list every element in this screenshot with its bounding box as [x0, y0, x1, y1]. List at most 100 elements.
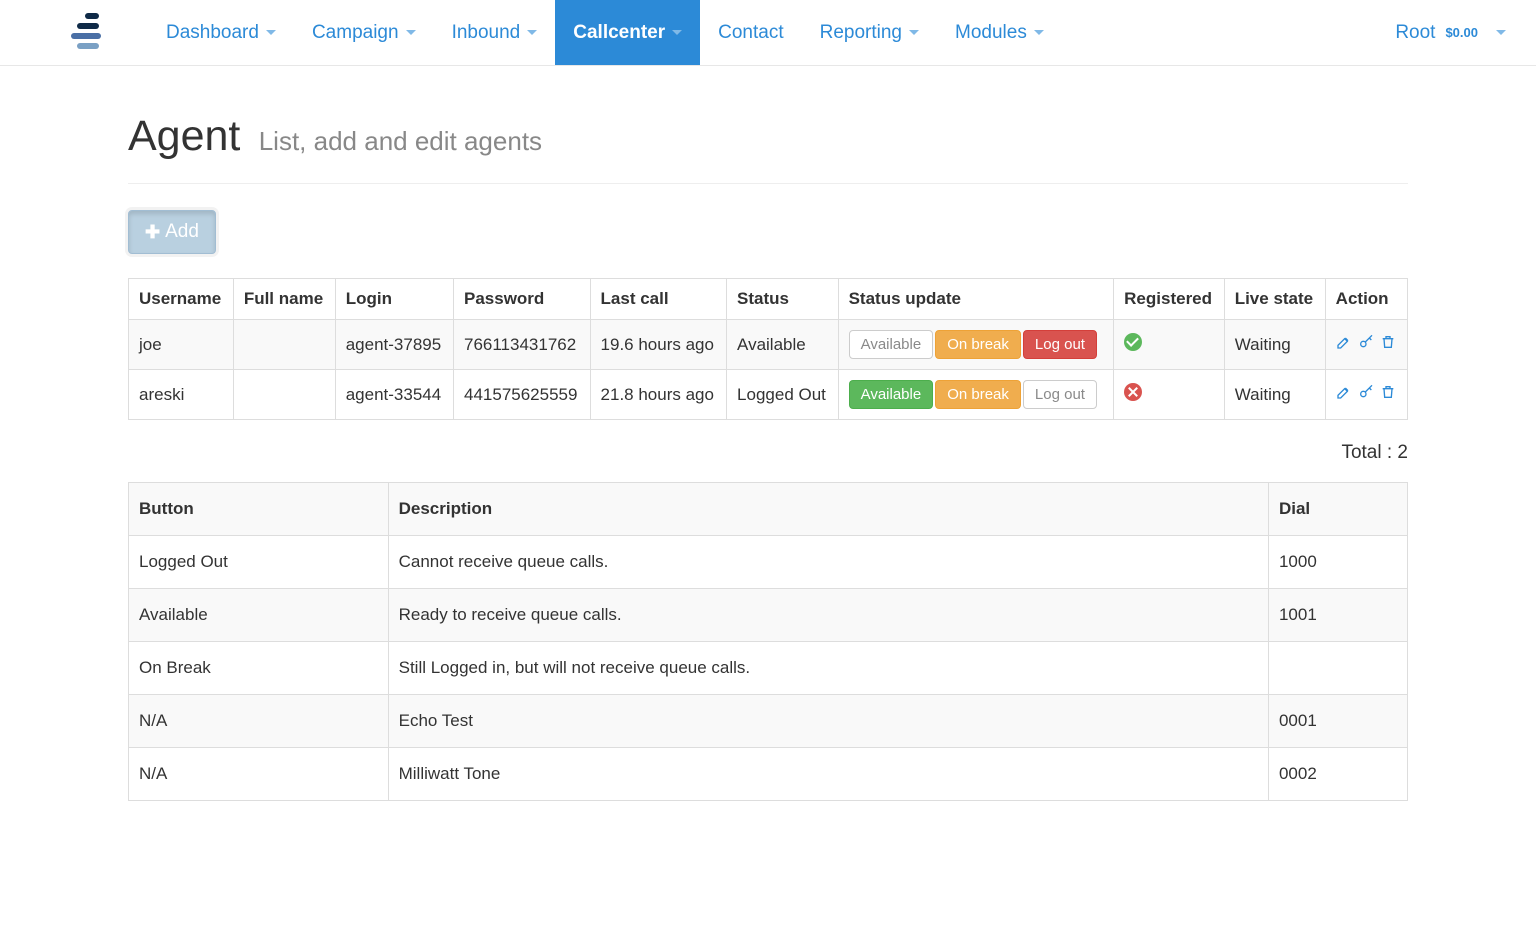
cell-livestate: Waiting: [1224, 320, 1325, 370]
chevron-down-icon: [672, 30, 682, 35]
cell-login: agent-37895: [335, 320, 453, 370]
cell-dial: 0002: [1268, 748, 1407, 801]
cell-button: On Break: [129, 642, 389, 695]
cell-status: Logged Out: [727, 370, 839, 420]
cell-password: 766113431762: [454, 320, 591, 370]
cell-login: agent-33544: [335, 370, 453, 420]
cell-desc: Echo Test: [388, 695, 1268, 748]
page-title: Agent: [128, 112, 240, 160]
cell-livestate: Waiting: [1224, 370, 1325, 420]
table-header: Live state: [1224, 279, 1325, 320]
nav-item-label: Modules: [955, 22, 1027, 44]
nav-item-label: Dashboard: [166, 22, 259, 44]
table-row: Logged OutCannot receive queue calls.100…: [129, 536, 1408, 589]
page-heading: Agent List, add and edit agents: [128, 86, 1408, 161]
trash-icon[interactable]: [1380, 384, 1396, 405]
cell-action: [1325, 370, 1407, 420]
cell-username: joe: [129, 320, 234, 370]
table-header: Login: [335, 279, 453, 320]
table-row: N/AEcho Test0001: [129, 695, 1408, 748]
legend-table: ButtonDescriptionDial Logged OutCannot r…: [128, 482, 1408, 801]
cell-action: [1325, 320, 1407, 370]
cell-status-update: AvailableOn breakLog out: [838, 370, 1114, 420]
table-row: joe agent-3789576611343176219.6 hours ago…: [129, 320, 1408, 370]
cell-status: Available: [727, 320, 839, 370]
nav-item-label: Callcenter: [573, 22, 665, 44]
chevron-down-icon: [909, 30, 919, 35]
x-circle-icon: [1124, 383, 1142, 401]
cell-lastcall: 19.6 hours ago: [590, 320, 727, 370]
table-row: N/AMilliwatt Tone0002: [129, 748, 1408, 801]
cell-desc: Still Logged in, but will not receive qu…: [388, 642, 1268, 695]
user-menu[interactable]: Root $0.00: [1395, 0, 1506, 65]
nav-item-reporting[interactable]: Reporting: [802, 0, 937, 65]
cell-desc: Ready to receive queue calls.: [388, 589, 1268, 642]
agents-table: UsernameFull nameLoginPasswordLast call S…: [128, 278, 1408, 420]
nav-item-dashboard[interactable]: Dashboard: [148, 0, 294, 65]
nav-item-label: Contact: [718, 22, 783, 44]
chevron-down-icon: [266, 30, 276, 35]
plus-icon: ✚: [145, 223, 160, 241]
status-available-button[interactable]: Available: [849, 330, 934, 359]
nav-item-label: Campaign: [312, 22, 399, 44]
chevron-down-icon: [527, 30, 537, 35]
cell-password: 441575625559: [454, 370, 591, 420]
table-header: Button: [129, 483, 389, 536]
cell-username: areski: [129, 370, 234, 420]
check-circle-icon: [1124, 333, 1142, 351]
cell-fullname: [233, 320, 335, 370]
page-subtitle: List, add and edit agents: [259, 126, 542, 156]
edit-icon[interactable]: [1336, 334, 1352, 355]
cell-fullname: [233, 370, 335, 420]
brand-logo[interactable]: [58, 0, 120, 65]
nav-item-label: Reporting: [820, 22, 902, 44]
total-row: Total : 2: [128, 442, 1408, 464]
cell-registered: [1114, 370, 1225, 420]
cell-dial: 1001: [1268, 589, 1407, 642]
status-log-out-button[interactable]: Log out: [1023, 330, 1097, 359]
table-header: Registered: [1114, 279, 1225, 320]
table-header: Description: [388, 483, 1268, 536]
cell-registered: [1114, 320, 1225, 370]
cell-status-update: AvailableOn breakLog out: [838, 320, 1114, 370]
status-log-out-button[interactable]: Log out: [1023, 380, 1097, 409]
edit-icon[interactable]: [1336, 384, 1352, 405]
nav-item-campaign[interactable]: Campaign: [294, 0, 434, 65]
chevron-down-icon: [1034, 30, 1044, 35]
nav-item-inbound[interactable]: Inbound: [434, 0, 556, 65]
table-header: Status update: [838, 279, 1114, 320]
nav-item-label: Inbound: [452, 22, 521, 44]
table-header: Action: [1325, 279, 1407, 320]
cell-button: Logged Out: [129, 536, 389, 589]
chevron-down-icon: [406, 30, 416, 35]
cell-button: N/A: [129, 695, 389, 748]
key-icon[interactable]: [1358, 334, 1374, 355]
table-row: areski agent-3354444157562555921.8 hours …: [129, 370, 1408, 420]
cell-dial: 1000: [1268, 536, 1407, 589]
cell-button: Available: [129, 589, 389, 642]
add-button-label: Add: [165, 221, 199, 243]
status-on-break-button[interactable]: On break: [935, 380, 1021, 409]
table-header: Last call: [590, 279, 727, 320]
key-icon[interactable]: [1358, 384, 1374, 405]
table-row: AvailableReady to receive queue calls.10…: [129, 589, 1408, 642]
trash-icon[interactable]: [1380, 334, 1396, 355]
table-header: Full name: [233, 279, 335, 320]
cell-dial: [1268, 642, 1407, 695]
table-header: Username: [129, 279, 234, 320]
cell-desc: Cannot receive queue calls.: [388, 536, 1268, 589]
cell-desc: Milliwatt Tone: [388, 748, 1268, 801]
chevron-down-icon: [1496, 30, 1506, 35]
user-balance: $0.00: [1445, 25, 1478, 40]
nav-item-callcenter[interactable]: Callcenter: [555, 0, 700, 65]
add-button[interactable]: ✚ Add: [128, 210, 216, 254]
nav-item-modules[interactable]: Modules: [937, 0, 1062, 65]
status-available-button[interactable]: Available: [849, 380, 934, 409]
cell-lastcall: 21.8 hours ago: [590, 370, 727, 420]
status-on-break-button[interactable]: On break: [935, 330, 1021, 359]
table-header: Dial: [1268, 483, 1407, 536]
nav-item-contact[interactable]: Contact: [700, 0, 801, 65]
navbar: Dashboard Campaign Inbound Callcenter Contac…: [0, 0, 1536, 66]
table-header: Password: [454, 279, 591, 320]
cell-dial: 0001: [1268, 695, 1407, 748]
